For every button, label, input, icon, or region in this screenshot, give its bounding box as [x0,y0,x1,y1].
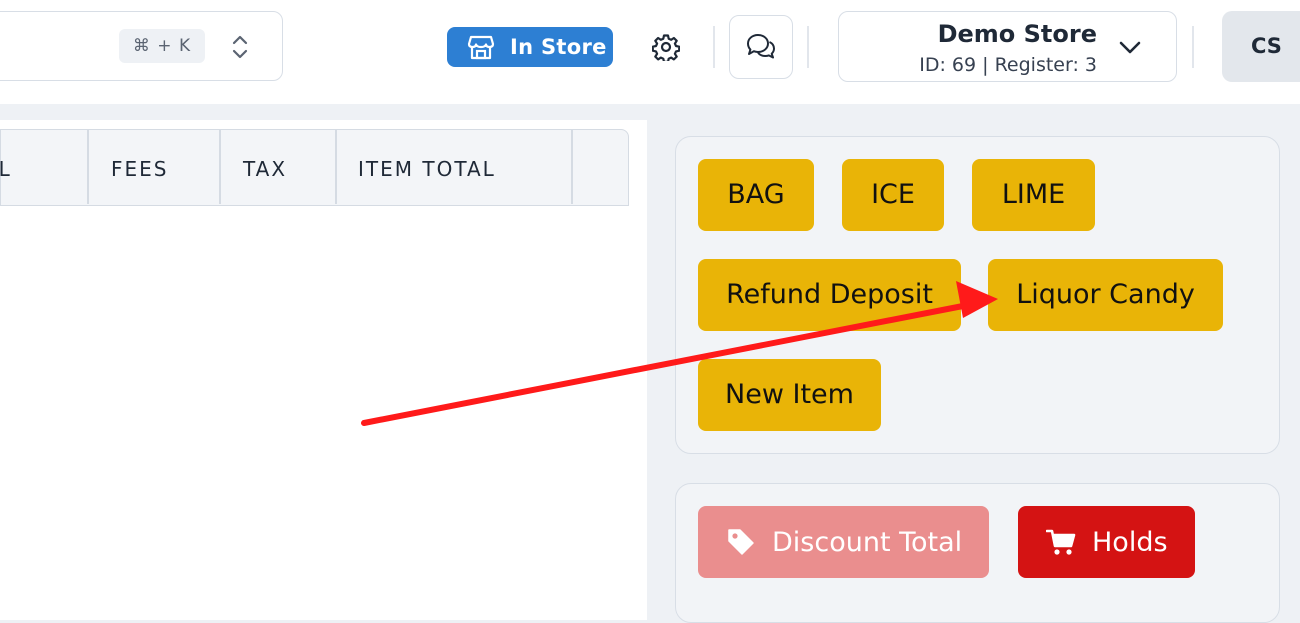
store-icon [467,35,495,60]
column-divider [571,130,573,204]
column-header-actions [575,130,625,204]
holds-button[interactable]: Holds [1018,506,1195,578]
quick-item-new-item-button[interactable]: New Item [698,359,881,431]
column-divider [87,130,89,204]
quick-items-card: BAG ICE LIME Refund Deposit Liquor Candy… [675,136,1280,454]
keyboard-shortcut-hint: ⌘ + K [119,29,205,63]
column-header-item-total: ITEM TOTAL [358,157,496,181]
gear-icon[interactable] [652,33,680,61]
table-header: AL FEES TAX ITEM TOTAL [0,129,629,206]
divider [713,26,715,68]
store-register-info: ID: 69 | Register: 3 [919,54,1097,76]
cart-table-panel: AL FEES TAX ITEM TOTAL [0,120,647,620]
store-name: Demo Store [937,20,1097,48]
in-store-mode-badge[interactable]: In Store [447,27,613,67]
column-header-fees: FEES [111,157,169,181]
chevron-up-down-icon[interactable] [231,34,249,60]
column-header-tax: TAX [243,157,288,181]
user-avatar[interactable]: CS [1222,11,1300,82]
divider [807,26,809,68]
quick-item-lime-button[interactable]: LIME [972,159,1095,231]
quick-item-liquor-candy-button[interactable]: Liquor Candy [988,259,1223,331]
column-divider [335,130,337,204]
column-divider [219,130,221,204]
quick-item-bag-button[interactable]: BAG [698,159,814,231]
holds-label: Holds [1092,526,1168,558]
chat-button[interactable] [729,15,793,79]
store-selector[interactable]: Demo Store ID: 69 | Register: 3 [838,11,1177,82]
discount-total-label: Discount Total [772,526,963,558]
tag-icon [728,529,754,555]
discount-total-button[interactable]: Discount Total [698,506,989,578]
product-search-select[interactable]: ⌘ + K [0,11,283,81]
quick-item-ice-button[interactable]: ICE [842,159,944,231]
column-header-subtotal: AL [0,157,12,181]
top-bar: ⌘ + K In Store Demo Store ID: 69 | Regis… [0,0,1300,104]
chevron-down-icon [1119,41,1141,54]
chat-bubbles-icon [747,34,775,59]
divider [1192,26,1194,68]
cart-icon [1046,529,1076,555]
cart-actions-card: Discount Total Holds [675,483,1280,623]
quick-item-refund-deposit-button[interactable]: Refund Deposit [698,259,961,331]
mode-badge-label: In Store [510,35,607,59]
